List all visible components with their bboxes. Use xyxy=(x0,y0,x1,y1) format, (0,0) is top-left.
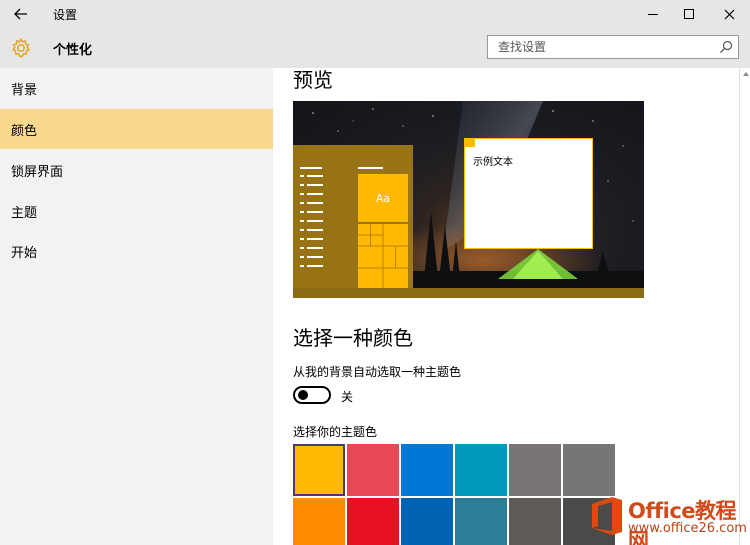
gear-icon xyxy=(12,37,30,58)
page-header: 个性化 xyxy=(0,28,750,68)
watermark: Office教程网 www.office26.com xyxy=(584,492,750,545)
sidebar-item-label: 主题 xyxy=(11,205,38,221)
color-swatch[interactable] xyxy=(563,444,615,496)
auto-accent-label: 从我的背景自动选取一种主题色 xyxy=(293,365,462,379)
color-swatch[interactable] xyxy=(347,498,399,545)
sidebar-item-colors[interactable]: 颜色 xyxy=(0,109,273,149)
preview-tile: Aa xyxy=(358,174,408,222)
color-preview: Aa 示例文本 xyxy=(293,101,644,298)
watermark-title: Office教程网 xyxy=(628,499,737,545)
watermark-url: www.office26.com xyxy=(628,521,747,536)
close-button[interactable] xyxy=(712,0,746,28)
sidebar-item-themes[interactable]: 主题 xyxy=(0,191,273,231)
accent-color-grid xyxy=(293,444,623,545)
color-swatch[interactable] xyxy=(455,498,507,545)
search-input[interactable] xyxy=(488,36,708,58)
sidebar-item-start[interactable]: 开始 xyxy=(0,231,273,271)
sample-window-preview: 示例文本 xyxy=(464,138,593,249)
scrollbar[interactable] xyxy=(739,68,750,545)
sidebar-item-label: 颜色 xyxy=(11,123,38,139)
sample-text: 示例文本 xyxy=(473,157,513,168)
sidebar-item-background[interactable]: 背景 xyxy=(0,68,273,108)
close-icon xyxy=(724,9,734,19)
toggle-knob xyxy=(298,390,308,400)
sidebar-item-label: 锁屏界面 xyxy=(11,164,64,180)
color-swatch[interactable] xyxy=(509,444,561,496)
taskbar-preview xyxy=(293,288,644,298)
maximize-button[interactable] xyxy=(672,0,706,28)
accent-color-label: 选择你的主题色 xyxy=(293,425,378,439)
minimize-button[interactable] xyxy=(636,0,670,28)
window-title: 设置 xyxy=(53,8,78,22)
title-bar: 设置 xyxy=(0,0,750,28)
color-swatch[interactable] xyxy=(401,498,453,545)
office-logo-icon xyxy=(592,497,622,535)
color-swatch[interactable] xyxy=(455,444,507,496)
sidebar: 背景 颜色 锁屏界面 主题 开始 xyxy=(0,68,273,545)
auto-accent-toggle[interactable] xyxy=(293,386,331,404)
start-tiles-preview: Aa xyxy=(358,174,408,288)
back-arrow-icon[interactable] xyxy=(0,0,42,28)
preview-heading: 预览 xyxy=(293,68,333,92)
color-swatch[interactable] xyxy=(293,444,345,496)
color-swatch[interactable] xyxy=(293,498,345,545)
main-content: 预览 Aa 示例文本 选择一种颜色 从我的背景自动选取一种主题色 关 选择你的主… xyxy=(273,68,739,545)
choose-color-heading: 选择一种颜色 xyxy=(293,326,413,350)
tile-grid xyxy=(358,224,408,288)
color-swatch[interactable] xyxy=(347,444,399,496)
color-swatch[interactable] xyxy=(401,444,453,496)
search-box[interactable] xyxy=(487,35,739,59)
search-icon[interactable] xyxy=(718,39,734,55)
sidebar-item-lock-screen[interactable]: 锁屏界面 xyxy=(0,150,273,190)
sidebar-item-label: 背景 xyxy=(11,82,38,98)
scroll-up-arrow-icon[interactable] xyxy=(743,72,749,76)
maximize-icon xyxy=(684,9,694,19)
sidebar-item-label: 开始 xyxy=(11,245,38,261)
color-swatch[interactable] xyxy=(509,498,561,545)
page-title: 个性化 xyxy=(53,43,93,58)
toggle-state-label: 关 xyxy=(341,390,354,404)
minimize-icon xyxy=(648,13,658,15)
